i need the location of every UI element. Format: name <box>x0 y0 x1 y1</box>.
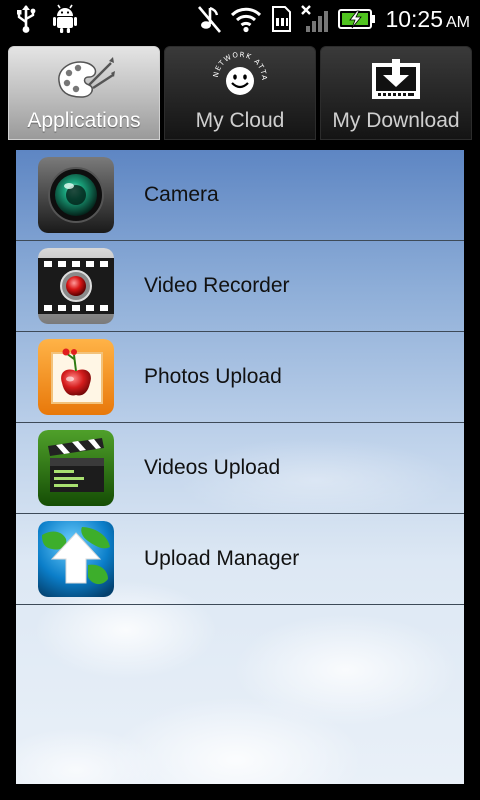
photo-apple-icon <box>38 339 114 415</box>
list-item-video-recorder[interactable]: Video Recorder <box>16 241 464 332</box>
tab-my-download[interactable]: My Download <box>320 46 472 140</box>
app-list: Camera Video Recorder Photos Upload Vide… <box>16 150 464 605</box>
tab-applications[interactable]: Applications <box>8 46 160 140</box>
mute-icon <box>198 6 221 33</box>
list-item-upload-manager[interactable]: Upload Manager <box>16 514 464 605</box>
app-label: Upload Manager <box>144 547 300 570</box>
list-item-videos-upload[interactable]: Videos Upload <box>16 423 464 514</box>
status-clock: 10:25 AM <box>385 6 470 33</box>
clapperboard-icon <box>38 430 114 506</box>
app-label: Videos Upload <box>144 456 281 479</box>
app-label: Camera <box>144 183 219 206</box>
usb-icon <box>17 5 36 33</box>
status-ampm: AM <box>446 14 470 31</box>
video-recorder-icon <box>38 248 114 324</box>
globe-upload-icon <box>38 521 114 597</box>
tab-my-cloud[interactable]: NETWORK ATTACHED My Cloud <box>164 46 316 140</box>
list-item-photos-upload[interactable]: Photos Upload <box>16 332 464 423</box>
palette-icon <box>58 57 115 98</box>
android-debug-icon <box>53 4 77 33</box>
app-label: Photos Upload <box>144 365 282 388</box>
list-item-camera[interactable]: Camera <box>16 150 464 241</box>
download-tray-icon <box>372 59 420 99</box>
battery-charging-icon <box>338 9 375 29</box>
tab-label: My Cloud <box>195 109 285 132</box>
smiley-cloud-icon: NETWORK ATTACHED <box>210 49 267 95</box>
sd-card-icon <box>272 6 291 32</box>
status-bar: 10:25 AM <box>0 0 480 38</box>
app-label: Video Recorder <box>144 274 290 297</box>
status-time: 10:25 <box>385 6 443 32</box>
tab-label: My Download <box>332 109 460 132</box>
no-signal-icon <box>301 5 328 32</box>
tab-bar: Applications NETWORK ATTACHED My Cloud <box>0 38 480 142</box>
app-list-panel: Camera Video Recorder Photos Upload Vide… <box>16 150 464 784</box>
wifi-icon <box>230 7 262 33</box>
camera-lens-icon <box>38 157 114 233</box>
tab-label: Applications <box>27 109 141 132</box>
